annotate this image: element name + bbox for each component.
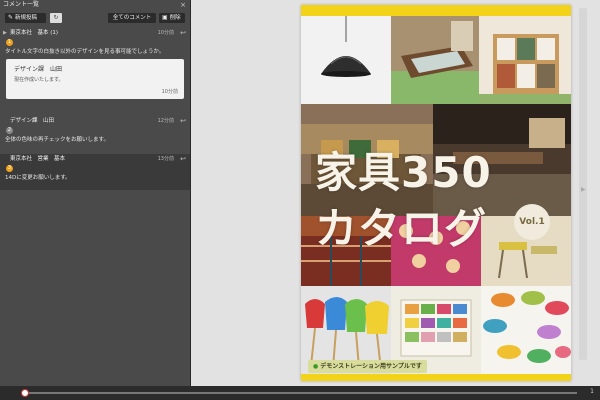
reply-text: 現在作成いたします。	[14, 77, 64, 83]
reply-date: 10分前	[161, 89, 178, 95]
comment-toolbar: ✎ 新規投稿 ↻ 全てのコメント ▣ 削除	[0, 11, 190, 25]
slippers-photo	[481, 286, 571, 374]
reply-icon[interactable]: ↩	[180, 154, 186, 164]
document-viewer[interactable]: 家具350 カタログ Vol.1 ● デモンストレーション用サンプルです ▶	[191, 0, 600, 386]
cover-title-line1: 家具350	[315, 148, 492, 197]
reply-icon[interactable]: ↩	[180, 116, 186, 126]
page-slider-handle[interactable]	[21, 389, 29, 397]
demo-sample-label: ● デモンストレーション用サンプルです	[308, 360, 427, 373]
all-comments-label: 全てのコメント	[112, 15, 152, 21]
thread-number-badge: 1	[6, 39, 13, 46]
thread-header[interactable]: デザイン課 山田 12分前 ↩	[0, 116, 190, 126]
comment-thread[interactable]: ▶ 東京本社 基本 (1) 10分前 ↩ 1 タイトル文字の白抜き以外のデザイン…	[0, 28, 190, 103]
page-slider-bar: 1	[0, 386, 600, 400]
coffee-table-photo	[391, 16, 479, 104]
reply-author: デザイン課 山田	[14, 66, 63, 73]
comment-panel: コメント一覧 × ✎ 新規投稿 ↻ 全てのコメント ▣ 削除 ▶ 東京本社 基本 (…	[0, 0, 191, 386]
thread-author: 東京本社 営業 基本	[10, 156, 66, 162]
thread-author: デザイン課 山田	[10, 118, 55, 124]
cover-bottom-band	[301, 374, 571, 381]
refresh-button[interactable]: ↻	[50, 13, 62, 23]
refresh-icon: ↻	[53, 15, 59, 21]
thread-text: タイトル文字の白抜き以外のデザインを見る事可能でしょうか。	[5, 49, 165, 55]
thread-header[interactable]: ▶ 東京本社 基本 (1) 10分前 ↩	[0, 28, 190, 38]
reply-icon[interactable]: ↩	[180, 28, 186, 38]
bookshelf-icon	[479, 16, 571, 104]
pencil-icon: ✎	[8, 14, 14, 21]
new-post-button[interactable]: ✎ 新規投稿	[5, 13, 46, 23]
page-slider-track[interactable]	[24, 392, 577, 394]
volume-badge: Vol.1	[514, 204, 550, 240]
pendant-lamp-photo	[301, 16, 391, 104]
next-page-arrow-icon[interactable]: ▶	[581, 186, 586, 193]
catalog-cover-page[interactable]: 家具350 カタログ Vol.1 ● デモンストレーション用サンプルです	[301, 5, 571, 381]
reply-card[interactable]: デザイン課 山田 現在作成いたします。 10分前	[6, 59, 184, 99]
new-post-label: 新規投稿	[15, 15, 38, 21]
comment-thread-selected[interactable]: 東京本社 営業 基本 13分前 ↩ 3 14Dに変更お願いします。	[0, 154, 190, 190]
delete-label: 削除	[169, 15, 181, 21]
thread-text: 全体の色味の再チェックをお願いします。	[5, 137, 109, 143]
thread-header[interactable]: 東京本社 営業 基本 13分前 ↩	[0, 154, 190, 164]
table-icon	[391, 16, 479, 104]
cover-top-band	[301, 5, 571, 16]
thread-date: 13分前	[157, 156, 174, 162]
panel-title: コメント一覧 ×	[0, 0, 190, 10]
thread-author: 東京本社 基本 (1)	[10, 30, 59, 36]
bullet-icon: ●	[313, 363, 319, 370]
thread-date: 10分前	[157, 30, 174, 36]
thread-date: 12分前	[157, 118, 174, 124]
comment-thread[interactable]: デザイン課 山田 12分前 ↩ 2 全体の色味の再チェックをお願いします。	[0, 116, 190, 145]
demo-sample-text: デモンストレーション用サンプルです	[320, 363, 422, 370]
expand-caret-icon[interactable]: ▶	[3, 28, 7, 38]
delete-button[interactable]: ▣ 削除	[159, 13, 185, 23]
page-scrollbar[interactable]	[579, 8, 587, 360]
panel-title-text: コメント一覧	[3, 1, 40, 8]
thread-number-badge: 3	[6, 165, 13, 172]
thread-number-badge: 2	[6, 127, 13, 134]
thread-text: 14Dに変更お願いします。	[5, 175, 71, 181]
page-count: 1	[590, 388, 594, 395]
shelf-photo	[479, 16, 571, 104]
pendant-lamp-icon	[321, 16, 371, 77]
all-comments-button[interactable]: 全てのコメント	[108, 13, 156, 23]
close-icon[interactable]: ×	[180, 0, 186, 10]
slippers-icon	[481, 286, 571, 374]
comment-delete-icon: ▣	[162, 14, 168, 21]
